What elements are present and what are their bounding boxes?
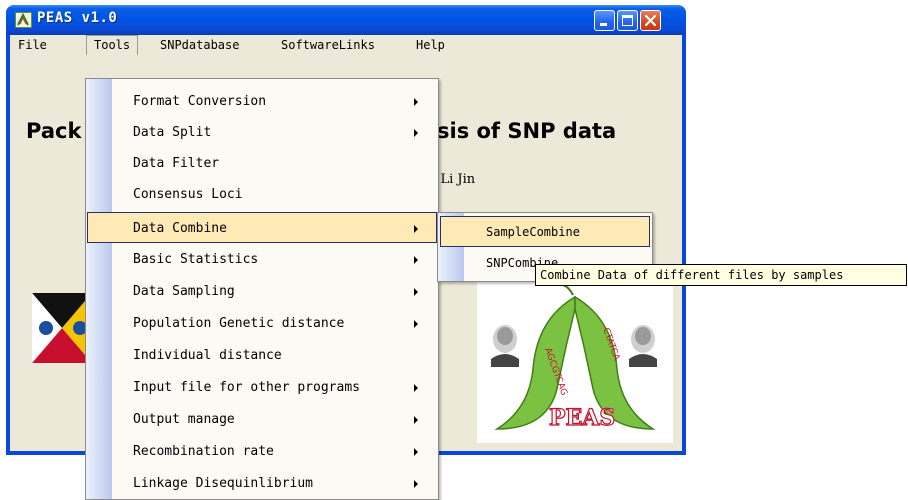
close-button[interactable] xyxy=(640,10,661,31)
window-title: PEAS v1.0 xyxy=(37,10,118,26)
menu-item-basic-statistics[interactable]: Basic Statistics xyxy=(87,244,437,275)
submenu-item-samplecombine[interactable]: SampleCombine xyxy=(440,216,650,247)
menu-help[interactable]: Help xyxy=(409,35,452,55)
menu-item-consensus-loci[interactable]: Consensus Loci xyxy=(87,179,437,210)
menu-item-individual-distance[interactable]: Individual distance xyxy=(87,340,437,371)
tools-menu-dropdown: Format Conversion Data Split Data Filter… xyxy=(85,78,439,500)
maximize-icon xyxy=(622,15,633,26)
submenu-arrow-icon xyxy=(414,256,418,264)
title-bar[interactable]: PEAS v1.0 xyxy=(6,5,686,35)
close-icon xyxy=(644,14,657,27)
tooltip: Combine Data of different files by sampl… xyxy=(535,264,907,286)
menu-item-input-file-other-programs[interactable]: Input file for other programs xyxy=(87,372,437,403)
menu-item-output-manage[interactable]: Output manage xyxy=(87,404,437,435)
minimize-button[interactable] xyxy=(594,10,615,31)
heading-left: Pack xyxy=(26,119,82,143)
menu-file[interactable]: File xyxy=(11,35,54,55)
menu-item-population-genetic-distance[interactable]: Population Genetic distance xyxy=(87,308,437,339)
menu-item-data-combine[interactable]: Data Combine xyxy=(87,212,437,243)
menu-item-data-filter[interactable]: Data Filter xyxy=(87,148,437,179)
submenu-arrow-icon xyxy=(414,480,418,488)
peas-app-icon[interactable] xyxy=(15,12,32,28)
menu-tools[interactable]: Tools xyxy=(86,35,139,55)
svg-text:PEAS: PEAS xyxy=(549,405,615,431)
menu-item-format-conversion[interactable]: Format Conversion xyxy=(87,86,437,117)
submenu-arrow-icon xyxy=(414,98,418,106)
menu-bar: File Tools SNPdatabase SoftwareLinks Hel… xyxy=(10,35,682,55)
peas-logo: AGCGTCAG CTATCA PEAS xyxy=(477,279,673,443)
menu-softwarelinks[interactable]: SoftwareLinks xyxy=(274,35,382,55)
menu-item-data-split[interactable]: Data Split xyxy=(87,117,437,148)
minimize-icon xyxy=(600,23,607,26)
maximize-button[interactable] xyxy=(617,10,638,31)
submenu-arrow-icon xyxy=(414,129,418,137)
submenu-arrow-icon xyxy=(414,225,418,233)
portrait-left-image xyxy=(491,325,519,367)
menu-item-recombination-rate[interactable]: Recombination rate xyxy=(87,436,437,467)
menu-item-data-sampling[interactable]: Data Sampling xyxy=(87,276,437,307)
submenu-arrow-icon xyxy=(414,416,418,424)
menu-item-linkage-disequilibrium[interactable]: Linkage Disequinlibrium xyxy=(87,468,437,499)
flag-emblem-image xyxy=(32,293,92,363)
submenu-arrow-icon xyxy=(414,448,418,456)
heading-right: sis of SNP data xyxy=(437,119,617,143)
submenu-arrow-icon xyxy=(414,384,418,392)
submenu-arrow-icon xyxy=(414,320,418,328)
portrait-right-image xyxy=(629,325,657,367)
submenu-arrow-icon xyxy=(414,288,418,296)
menu-snpdatabase[interactable]: SNPdatabase xyxy=(153,35,246,55)
